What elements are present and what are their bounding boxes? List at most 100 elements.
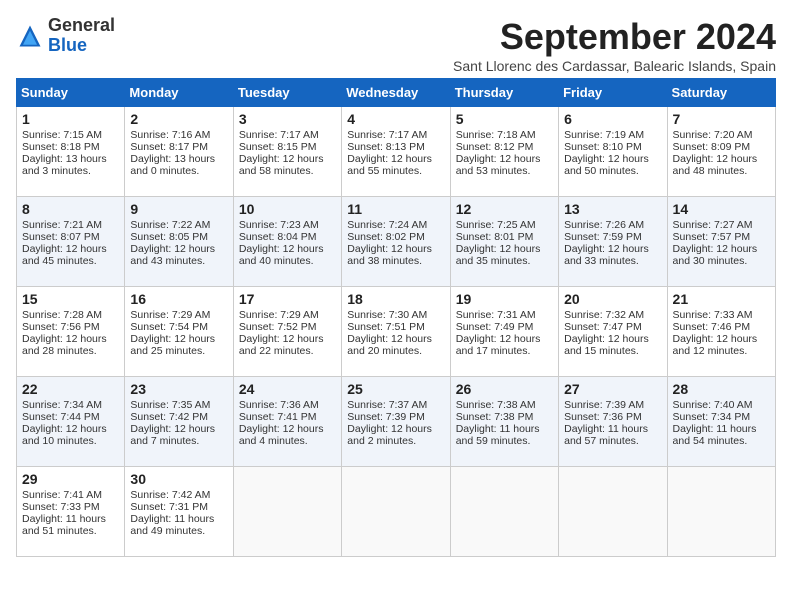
col-header-tuesday: Tuesday [233, 79, 341, 107]
sunrise-text: Sunrise: 7:17 AM [239, 129, 336, 141]
sunset-text: Sunset: 8:10 PM [564, 141, 661, 153]
day-number: 13 [564, 201, 661, 217]
sunrise-text: Sunrise: 7:19 AM [564, 129, 661, 141]
sunrise-text: Sunrise: 7:29 AM [130, 309, 227, 321]
daylight-text: Daylight: 12 hours and 15 minutes. [564, 333, 661, 357]
day-number: 15 [22, 291, 119, 307]
sunset-text: Sunset: 7:52 PM [239, 321, 336, 333]
calendar-cell: 9Sunrise: 7:22 AMSunset: 8:05 PMDaylight… [125, 197, 233, 287]
daylight-text: Daylight: 12 hours and 25 minutes. [130, 333, 227, 357]
calendar-cell: 30Sunrise: 7:42 AMSunset: 7:31 PMDayligh… [125, 467, 233, 557]
sunset-text: Sunset: 7:57 PM [673, 231, 770, 243]
calendar-cell: 17Sunrise: 7:29 AMSunset: 7:52 PMDayligh… [233, 287, 341, 377]
calendar-week-row: 29Sunrise: 7:41 AMSunset: 7:33 PMDayligh… [17, 467, 776, 557]
page-header: General Blue September 2024 Sant Llorenc… [16, 16, 776, 74]
sunset-text: Sunset: 8:17 PM [130, 141, 227, 153]
sunrise-text: Sunrise: 7:33 AM [673, 309, 770, 321]
calendar-cell: 10Sunrise: 7:23 AMSunset: 8:04 PMDayligh… [233, 197, 341, 287]
sunrise-text: Sunrise: 7:23 AM [239, 219, 336, 231]
calendar-week-row: 15Sunrise: 7:28 AMSunset: 7:56 PMDayligh… [17, 287, 776, 377]
sunset-text: Sunset: 8:01 PM [456, 231, 553, 243]
sunset-text: Sunset: 7:31 PM [130, 501, 227, 513]
day-number: 26 [456, 381, 553, 397]
day-number: 29 [22, 471, 119, 487]
sunset-text: Sunset: 7:38 PM [456, 411, 553, 423]
sunset-text: Sunset: 7:36 PM [564, 411, 661, 423]
daylight-text: Daylight: 11 hours and 51 minutes. [22, 513, 119, 537]
day-number: 25 [347, 381, 444, 397]
daylight-text: Daylight: 12 hours and 2 minutes. [347, 423, 444, 447]
sunrise-text: Sunrise: 7:17 AM [347, 129, 444, 141]
daylight-text: Daylight: 12 hours and 10 minutes. [22, 423, 119, 447]
calendar-cell: 27Sunrise: 7:39 AMSunset: 7:36 PMDayligh… [559, 377, 667, 467]
daylight-text: Daylight: 13 hours and 3 minutes. [22, 153, 119, 177]
sunrise-text: Sunrise: 7:35 AM [130, 399, 227, 411]
calendar-cell: 14Sunrise: 7:27 AMSunset: 7:57 PMDayligh… [667, 197, 775, 287]
calendar-body: 1Sunrise: 7:15 AMSunset: 8:18 PMDaylight… [17, 107, 776, 557]
day-number: 21 [673, 291, 770, 307]
sunrise-text: Sunrise: 7:18 AM [456, 129, 553, 141]
day-number: 30 [130, 471, 227, 487]
calendar-cell: 29Sunrise: 7:41 AMSunset: 7:33 PMDayligh… [17, 467, 125, 557]
sunrise-text: Sunrise: 7:28 AM [22, 309, 119, 321]
sunrise-text: Sunrise: 7:29 AM [239, 309, 336, 321]
sunrise-text: Sunrise: 7:37 AM [347, 399, 444, 411]
sunset-text: Sunset: 8:05 PM [130, 231, 227, 243]
logo-blue-text: Blue [48, 35, 87, 55]
calendar-subtitle: Sant Llorenc des Cardassar, Balearic Isl… [453, 58, 776, 74]
calendar-cell: 13Sunrise: 7:26 AMSunset: 7:59 PMDayligh… [559, 197, 667, 287]
sunset-text: Sunset: 7:49 PM [456, 321, 553, 333]
logo: General Blue [16, 16, 115, 56]
sunset-text: Sunset: 8:04 PM [239, 231, 336, 243]
calendar-cell: 1Sunrise: 7:15 AMSunset: 8:18 PMDaylight… [17, 107, 125, 197]
calendar-cell: 18Sunrise: 7:30 AMSunset: 7:51 PMDayligh… [342, 287, 450, 377]
daylight-text: Daylight: 13 hours and 0 minutes. [130, 153, 227, 177]
logo-text: General Blue [48, 16, 115, 56]
daylight-text: Daylight: 11 hours and 57 minutes. [564, 423, 661, 447]
sunrise-text: Sunrise: 7:22 AM [130, 219, 227, 231]
calendar-cell: 23Sunrise: 7:35 AMSunset: 7:42 PMDayligh… [125, 377, 233, 467]
daylight-text: Daylight: 11 hours and 59 minutes. [456, 423, 553, 447]
sunrise-text: Sunrise: 7:20 AM [673, 129, 770, 141]
daylight-text: Daylight: 12 hours and 48 minutes. [673, 153, 770, 177]
calendar-cell [559, 467, 667, 557]
col-header-monday: Monday [125, 79, 233, 107]
logo-icon [16, 22, 44, 50]
calendar-title: September 2024 [453, 16, 776, 58]
calendar-cell: 19Sunrise: 7:31 AMSunset: 7:49 PMDayligh… [450, 287, 558, 377]
calendar-header-row: SundayMondayTuesdayWednesdayThursdayFrid… [17, 79, 776, 107]
day-number: 14 [673, 201, 770, 217]
col-header-friday: Friday [559, 79, 667, 107]
sunset-text: Sunset: 8:02 PM [347, 231, 444, 243]
calendar-cell: 28Sunrise: 7:40 AMSunset: 7:34 PMDayligh… [667, 377, 775, 467]
sunset-text: Sunset: 8:18 PM [22, 141, 119, 153]
sunrise-text: Sunrise: 7:41 AM [22, 489, 119, 501]
calendar-cell: 6 Sunrise: 7:19 AMSunset: 8:10 PMDaylight… [559, 107, 667, 197]
calendar-week-row: 8Sunrise: 7:21 AMSunset: 8:07 PMDaylight… [17, 197, 776, 287]
calendar-cell: 16Sunrise: 7:29 AMSunset: 7:54 PMDayligh… [125, 287, 233, 377]
sunrise-text: Sunrise: 7:40 AM [673, 399, 770, 411]
sunrise-text: Sunrise: 7:39 AM [564, 399, 661, 411]
calendar-cell: 26Sunrise: 7:38 AMSunset: 7:38 PMDayligh… [450, 377, 558, 467]
calendar-cell: 7Sunrise: 7:20 AMSunset: 8:09 PMDaylight… [667, 107, 775, 197]
day-number: 23 [130, 381, 227, 397]
daylight-text: Daylight: 12 hours and 50 minutes. [564, 153, 661, 177]
calendar-cell: 24Sunrise: 7:36 AMSunset: 7:41 PMDayligh… [233, 377, 341, 467]
day-number: 16 [130, 291, 227, 307]
sunrise-text: Sunrise: 7:32 AM [564, 309, 661, 321]
day-number: 17 [239, 291, 336, 307]
col-header-wednesday: Wednesday [342, 79, 450, 107]
daylight-text: Daylight: 12 hours and 4 minutes. [239, 423, 336, 447]
sunset-text: Sunset: 8:15 PM [239, 141, 336, 153]
sunrise-text: Sunrise: 7:15 AM [22, 129, 119, 141]
day-number: 11 [347, 201, 444, 217]
sunset-text: Sunset: 8:07 PM [22, 231, 119, 243]
sunrise-text: Sunrise: 7:16 AM [130, 129, 227, 141]
day-number: 12 [456, 201, 553, 217]
logo-general-text: General [48, 15, 115, 35]
daylight-text: Daylight: 11 hours and 49 minutes. [130, 513, 227, 537]
day-number: 6 [564, 111, 661, 127]
sunrise-text: Sunrise: 7:30 AM [347, 309, 444, 321]
daylight-text: Daylight: 12 hours and 30 minutes. [673, 243, 770, 267]
sunset-text: Sunset: 7:46 PM [673, 321, 770, 333]
